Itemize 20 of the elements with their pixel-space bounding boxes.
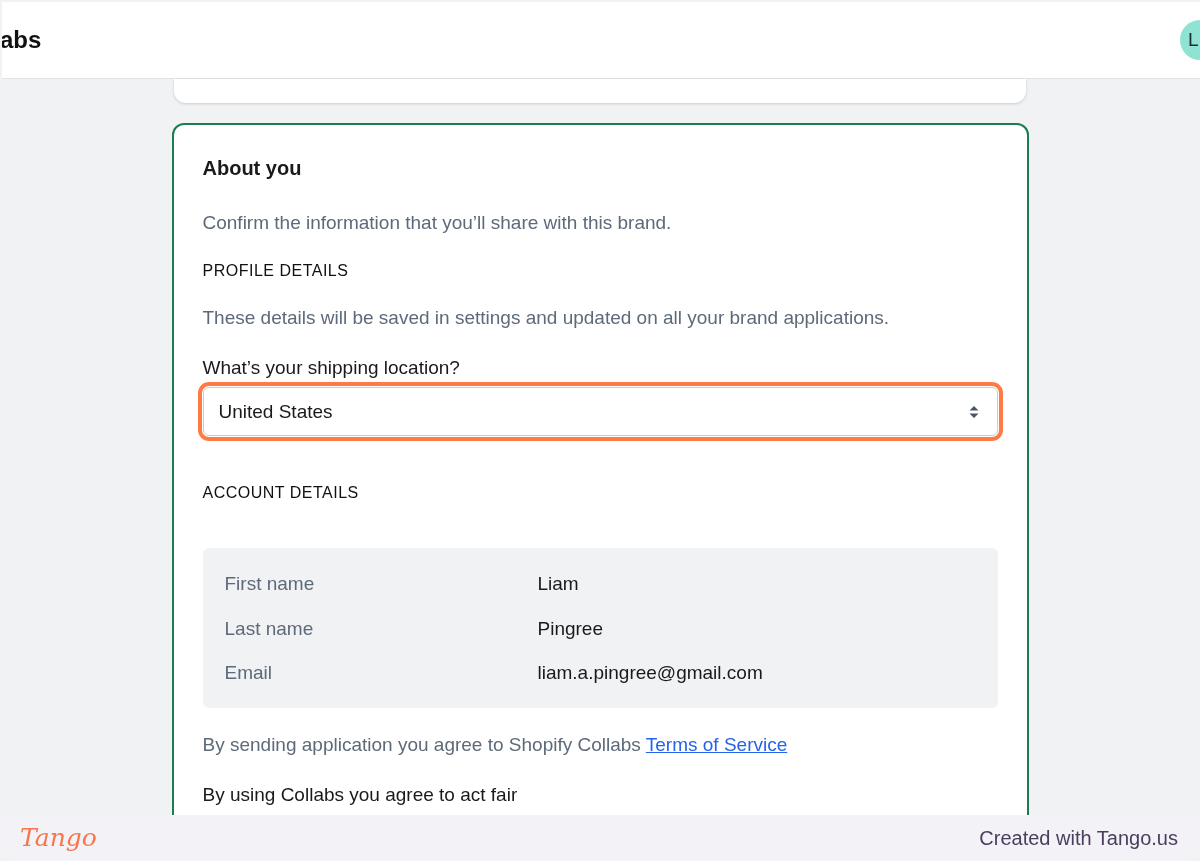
detail-value: Pingree [537, 616, 604, 641]
field-label: What’s your shipping location? [202, 356, 461, 380]
detail-value: Liam [537, 572, 580, 596]
footer-logo: Tango [20, 823, 97, 853]
fair-use-note: By using Collabs you agree to act fair [202, 783, 519, 807]
up-down-caret-icon [968, 405, 979, 418]
section-heading: PROFILE DETAILS [202, 261, 350, 281]
card-title: About you [202, 156, 303, 180]
shipping-location-select[interactable]: United States [202, 387, 998, 436]
user-avatar[interactable]: L [1180, 20, 1200, 60]
terms-link[interactable]: Terms of Service [645, 734, 788, 755]
detail-label: Email [224, 661, 273, 685]
detail-label: Last name [224, 616, 315, 641]
terms-text: By sending application you agree to Shopify Collabs Terms of Service [202, 733, 789, 757]
intro-text: Confirm the information that you’ll share with this brand. [202, 211, 673, 235]
detail-value: liam.a.pingree@gmail.com [537, 661, 764, 685]
credit-text: Created with Tango.us [979, 826, 1178, 851]
section-heading: ACCOUNT DETAILS [202, 483, 360, 503]
detail-label: First name [224, 572, 316, 596]
section-description: These details will be saved in settings and updated on all your brand applications. [202, 306, 891, 330]
